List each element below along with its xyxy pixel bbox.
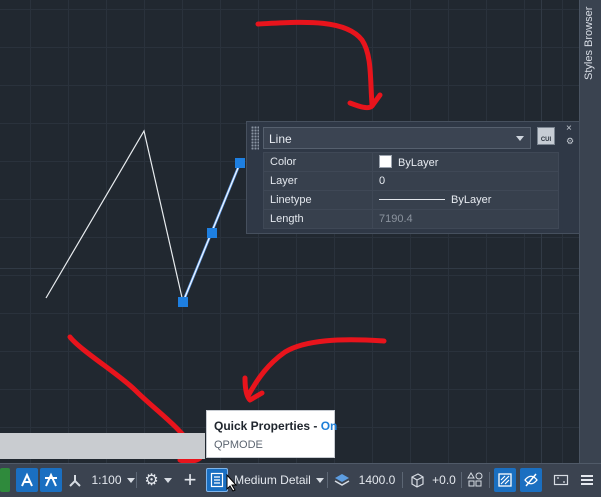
chevron-down-icon [516, 136, 524, 141]
object-type-dropdown[interactable]: Line [263, 127, 531, 149]
gear-icon: ⚙ [144, 472, 159, 489]
property-value-length: 7190.4 [372, 209, 559, 229]
grip-endpoint-end[interactable] [235, 158, 245, 168]
grip-midpoint[interactable] [207, 228, 217, 238]
scale-dropdown[interactable]: 1:100 [90, 468, 136, 492]
cube-offset-icon[interactable] [406, 468, 428, 492]
offset-value[interactable]: +0.0 [430, 468, 458, 492]
chevron-down-icon [315, 477, 324, 483]
detail-level-value: Medium Detail [234, 473, 311, 487]
property-row-linetype[interactable]: Linetype ByLayer [263, 190, 559, 210]
properties-table: Color ByLayer Layer 0 Linetype ByLayer L… [263, 152, 559, 229]
scale-value: 1:100 [91, 473, 122, 487]
property-name: Length [263, 209, 373, 229]
auto-scale-icon[interactable] [40, 468, 62, 492]
elevation-value[interactable]: 1400.0 [356, 468, 398, 492]
clean-screen-glyph [553, 474, 569, 486]
command-line-bar[interactable] [0, 433, 205, 459]
status-toggle-icon[interactable] [0, 468, 10, 492]
color-swatch-icon [379, 155, 392, 168]
divider [489, 472, 490, 488]
shapes-glyph [467, 472, 483, 487]
annotation-scale-glyph [69, 475, 81, 487]
property-value-color[interactable]: ByLayer [372, 152, 559, 172]
hardware-acceleration-glyph [498, 473, 512, 487]
annotation-arrow-top [255, 19, 383, 111]
workspace-gear-button[interactable]: ⚙ [140, 468, 176, 492]
tooltip-command: QPMODE [214, 439, 263, 451]
property-row-color[interactable]: Color ByLayer [263, 152, 559, 172]
property-name: Color [263, 152, 373, 172]
grip-endpoint-start[interactable] [178, 297, 188, 307]
property-row-layer[interactable]: Layer 0 [263, 171, 559, 191]
chevron-down-icon [163, 477, 172, 483]
mouse-cursor-icon [226, 474, 238, 492]
quick-properties-palette: Line CUI × ⚙ Color ByLayer Layer 0 Linet… [246, 121, 580, 234]
palette-options-icon[interactable]: ⚙ [566, 136, 574, 147]
tooltip-separator: - [310, 419, 321, 433]
customization-menu-icon[interactable] [576, 468, 598, 492]
divider [136, 472, 137, 488]
shapes-icon[interactable] [464, 468, 486, 492]
linetype-value: ByLayer [451, 194, 492, 206]
chevron-down-icon [126, 477, 135, 483]
property-value-layer[interactable]: 0 [372, 171, 559, 191]
annotation-visibility-glyph [21, 472, 33, 487]
drawn-polyline[interactable] [45, 129, 184, 303]
hardware-acceleration-icon[interactable] [494, 468, 516, 492]
tooltip-title: Quick Properties - On [214, 419, 337, 433]
styles-browser-label[interactable]: Styles Browser [583, 7, 595, 80]
palette-grip-handle[interactable] [251, 126, 259, 150]
annotation-visibility-icon[interactable] [16, 468, 38, 492]
layers-elevation-glyph [334, 474, 350, 486]
customization-menu-glyph [581, 475, 593, 485]
customize-cui-button[interactable]: CUI [537, 127, 555, 145]
detail-level-dropdown[interactable]: Medium Detail [232, 468, 326, 492]
tooltip-title-text: Quick Properties [214, 419, 311, 433]
linetype-preview [379, 199, 445, 200]
layers-elevation-icon[interactable] [331, 468, 353, 492]
property-value-linetype[interactable]: ByLayer [372, 190, 559, 210]
quick-properties-toggle[interactable] [206, 468, 228, 492]
property-row-length[interactable]: Length 7190.4 [263, 209, 559, 229]
status-bar: 1:100 ⚙ + Medium Detail 1400.0 +0.0 [0, 463, 601, 497]
divider [327, 472, 328, 488]
close-icon[interactable]: × [566, 123, 572, 134]
annotation-scale-icon[interactable] [64, 468, 86, 492]
divider [461, 472, 462, 488]
divider [402, 472, 403, 488]
quick-properties-tooltip: Quick Properties - On QPMODE [206, 410, 337, 458]
annotation-arrow-right [242, 337, 387, 403]
clean-screen-icon[interactable] [550, 468, 572, 492]
plus-icon[interactable]: + [179, 467, 201, 492]
tooltip-state: On [320, 419, 338, 433]
color-value: ByLayer [398, 157, 439, 169]
quick-properties-icon [210, 472, 224, 488]
isolate-objects-icon[interactable] [520, 468, 542, 492]
property-name: Layer [263, 171, 373, 191]
property-name: Linetype [263, 190, 373, 210]
isolate-objects-glyph [524, 473, 538, 487]
cube-offset-glyph [411, 473, 424, 488]
auto-scale-glyph [45, 472, 57, 487]
object-type-value: Line [269, 132, 292, 146]
